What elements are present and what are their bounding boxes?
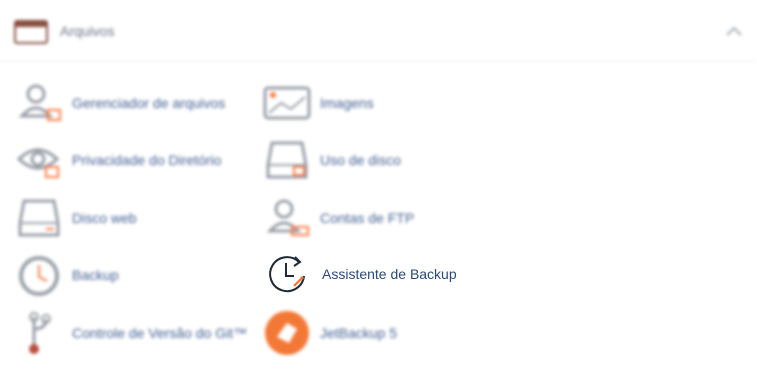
item-disk-usage[interactable]: Uso de disco [262, 136, 401, 184]
item-label: Controle de Versão do Git™ [72, 325, 248, 341]
item-label: Contas de FTP [320, 210, 415, 226]
item-images[interactable]: Imagens [262, 79, 374, 127]
item-directory-privacy[interactable]: Privacidade do Diretório [14, 136, 221, 184]
jetbackup-icon [262, 311, 312, 355]
item-label: JetBackup 5 [320, 325, 398, 341]
item-file-manager[interactable]: Gerenciador de arquivos [14, 79, 225, 127]
eye-icon [14, 138, 64, 182]
item-backup[interactable]: Backup [14, 251, 119, 299]
files-section: Arquivos Gerenciador de arquivos Imagens [0, 0, 757, 371]
ftp-accounts-icon [262, 196, 312, 240]
item-backup-wizard[interactable]: Assistente de Backup [262, 248, 478, 300]
item-label: Gerenciador de arquivos [72, 95, 226, 111]
backup-wizard-icon [262, 250, 312, 298]
item-label: Privacidade do Diretório [72, 152, 222, 168]
item-label: Assistente de Backup [322, 266, 457, 282]
backup-icon [14, 253, 64, 297]
disk-usage-icon [262, 138, 312, 182]
item-label: Uso de disco [320, 152, 401, 168]
item-web-disk[interactable]: Disco web [14, 194, 137, 242]
chevron-up-icon[interactable] [724, 24, 744, 38]
item-jetbackup[interactable]: JetBackup 5 [262, 309, 397, 357]
images-icon [262, 81, 312, 125]
file-manager-icon [14, 81, 64, 125]
git-icon [14, 311, 64, 355]
item-ftp-accounts[interactable]: Contas de FTP [262, 194, 414, 242]
item-git-version-control[interactable]: Controle de Versão do Git™ [14, 309, 247, 357]
section-title: Arquivos [60, 23, 115, 39]
item-label: Backup [72, 267, 119, 283]
item-label: Imagens [320, 95, 374, 111]
item-label: Disco web [72, 210, 137, 226]
web-disk-icon [14, 196, 64, 240]
folder-icon [14, 18, 48, 44]
section-header[interactable]: Arquivos [0, 0, 757, 62]
